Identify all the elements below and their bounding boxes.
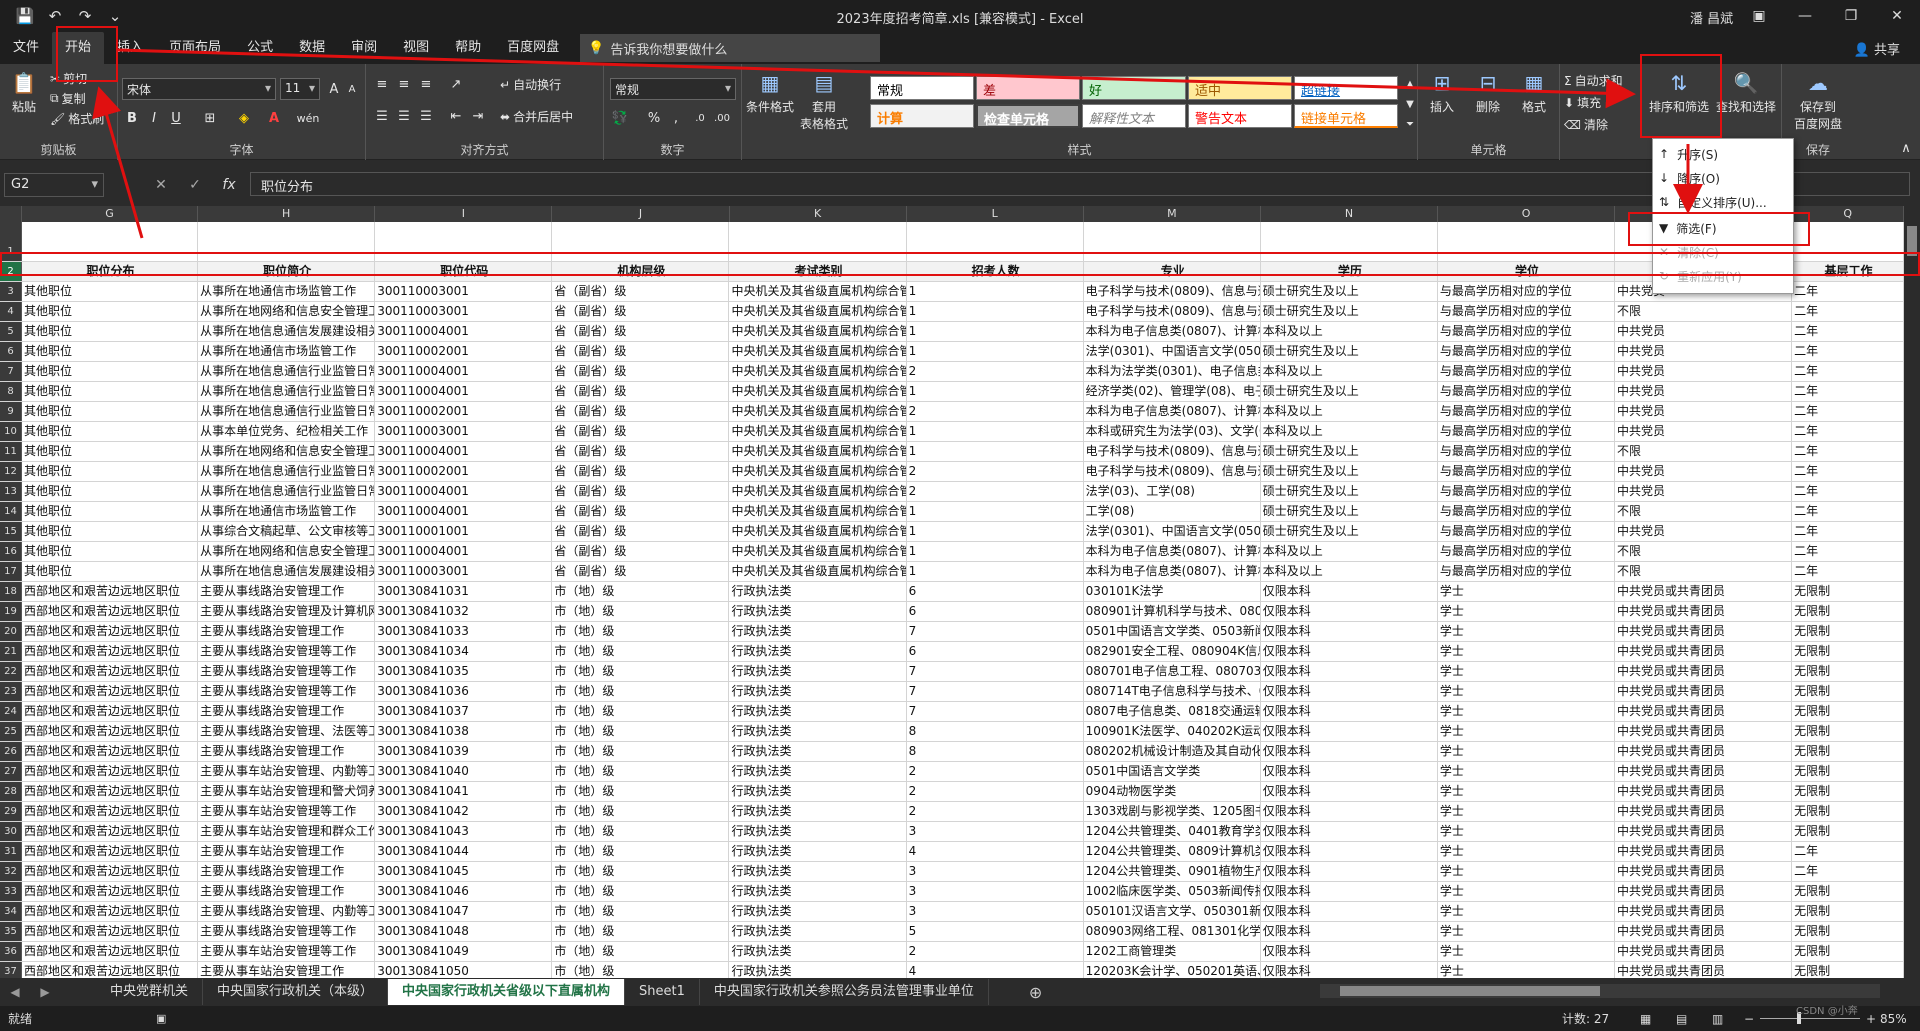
annotation-arrows bbox=[92, 48, 1703, 239]
arrow-home-to-sort bbox=[117, 48, 1636, 109]
arrow-row-to-home bbox=[92, 86, 144, 239]
excel-window: 💾 ↶ ↷ ⌄ 2023年度招考简章.xls [兼容模式] - Excel 潘 … bbox=[0, 0, 1920, 1031]
